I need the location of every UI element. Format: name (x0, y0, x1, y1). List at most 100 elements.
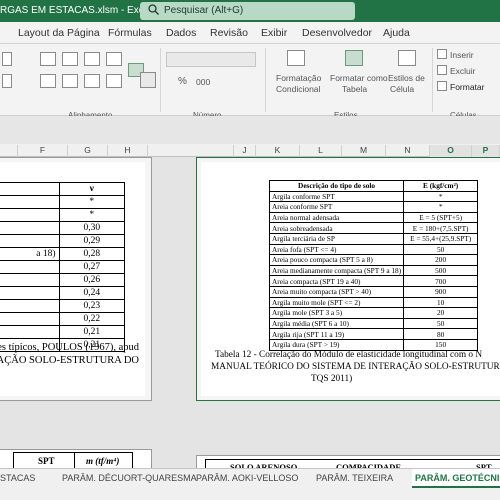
ribbon: Alinhamento % 000 Número Formatação Cond… (0, 44, 500, 120)
sheet-tab-geotecnicos[interactable]: PARÂM. GEOTÉCNICOS (412, 469, 500, 488)
column-header-j[interactable]: J (234, 145, 256, 157)
tab-data[interactable]: Dados (166, 27, 196, 39)
align-left-icon[interactable] (40, 74, 56, 88)
elasticity-caption-line-2: MANUAL TEÓRICO DO SISTEMA DE INTERAÇÃO S… (211, 362, 500, 372)
delete-button[interactable]: Excluir (450, 66, 476, 76)
table-row: a 18) 0,28 (0, 247, 125, 261)
table-row: Argila mole (SPT 3 a 5) 20 (268, 307, 479, 319)
table-row: 0,26 (0, 273, 125, 287)
table-row: * (0, 208, 125, 222)
search-box[interactable]: Pesquisar (Alt+G) (140, 2, 355, 20)
elasticity-header-soil: Descrição do tipo de solo (268, 180, 405, 192)
search-placeholder: Pesquisar (Alt+G) (164, 5, 244, 16)
table-row: Descrição do tipo de solo E (kgf/cm²) (268, 180, 479, 192)
insert-icon[interactable] (437, 49, 447, 59)
percent-button[interactable]: % (178, 76, 187, 87)
elasticity-table-image: Descrição do tipo de solo E (kgf/cm²) Arg… (201, 162, 500, 396)
merge-cells-icon[interactable] (140, 72, 156, 88)
align-center-icon[interactable] (62, 74, 78, 88)
elasticity-caption-line-3: TQS 2011) (311, 374, 353, 384)
title-bar: RGAS EM ESTACAS.xlsm - Excel Pesquisar (… (0, 0, 500, 22)
thousands-button[interactable]: 000 (196, 77, 210, 87)
table-row: Areia medianamente compacta (SPT 9 a 18)… (268, 264, 479, 277)
font-color-icon[interactable] (2, 74, 12, 88)
table-row: 0,30 (0, 221, 125, 235)
poisson-caption-line-1: es típicos, POULOS (1967), apud (0, 342, 139, 353)
column-header-o[interactable]: O (430, 145, 472, 157)
table-row: * (0, 195, 125, 209)
spt-header: SPT (38, 456, 55, 466)
align-top-icon[interactable] (40, 52, 56, 66)
column-header-m[interactable]: M (342, 145, 386, 157)
group-separator (160, 48, 161, 112)
conditional-formatting-icon[interactable] (287, 50, 305, 66)
tab-developer[interactable]: Desenvolvedor (302, 27, 372, 39)
tab-page-layout[interactable]: Layout da Página (18, 27, 100, 39)
table-row: Areia muito compacta (SPT > 40) 900 (268, 285, 479, 298)
elasticity-caption-line-1: Tabela 12 - Correlação do Módulo de elas… (215, 350, 483, 360)
conditional-formatting-label-1[interactable]: Formatação (276, 73, 321, 83)
column-header-p[interactable]: P (472, 145, 500, 157)
tab-view[interactable]: Exibir (261, 27, 287, 39)
indent-icon[interactable] (106, 74, 122, 88)
poisson-table: ν * * 0,30 0,29 a 18) 0,28 0,27 0,26 0,24… (0, 182, 125, 352)
poisson-caption-line-2: RAÇÃO SOLO-ESTRUTURA DO (0, 355, 139, 366)
column-header-g[interactable]: G (68, 145, 108, 157)
column-header-f[interactable]: F (18, 145, 68, 157)
status-bar (0, 488, 500, 500)
table-row: Areia conforme SPT * (268, 201, 479, 213)
column-header-h[interactable]: H (108, 145, 148, 157)
sheet-tab-aoki-velloso[interactable]: PARÂM. AOKI-VELLOSO (196, 473, 298, 483)
sheet-tab-decourt-quaresma[interactable]: PARÂM. DÉCUORT-QUARESMA (62, 473, 197, 483)
table-row: 0,24 (0, 286, 125, 300)
insert-button[interactable]: Inserir (450, 50, 474, 60)
align-middle-icon[interactable] (62, 52, 78, 66)
table-row: Argila rija (SPT 11 a 19) 80 (268, 328, 479, 340)
orientation-icon[interactable] (106, 52, 122, 66)
table-row: Areia normal adensada E = 5 (SPT+5) (268, 211, 479, 224)
poisson-header: ν (58, 182, 125, 196)
font-size-icon[interactable] (2, 52, 12, 66)
column-header-k[interactable]: K (256, 145, 300, 157)
format-button[interactable]: Formatar (450, 82, 484, 92)
formula-area (0, 116, 500, 144)
group-separator (265, 48, 266, 112)
column-headers: F G H J K L M N O P (0, 144, 500, 157)
column-header-l[interactable]: L (300, 145, 342, 157)
table-row: Areia sobreadensada E = 180+(7,5.SPT) (268, 222, 479, 234)
search-icon (148, 4, 159, 18)
sheet-tab-stacas[interactable]: STACAS (0, 473, 35, 483)
table-row: ν (0, 182, 125, 196)
align-right-icon[interactable] (84, 74, 100, 88)
tab-help[interactable]: Ajuda (383, 27, 410, 39)
format-icon[interactable] (437, 81, 447, 91)
delete-icon[interactable] (437, 65, 447, 75)
elasticity-table: Descrição do tipo de solo E (kgf/cm²) Arg… (268, 180, 479, 351)
tab-review[interactable]: Revisão (210, 27, 248, 39)
format-as-table-icon[interactable] (345, 50, 363, 66)
table-row: Argila dura (SPT > 19) 150 (268, 338, 479, 351)
sheet-tab-teixeira[interactable]: PARÂM. TEIXEIRA (316, 473, 393, 483)
column-header-i[interactable] (148, 145, 234, 157)
worksheet[interactable]: ν * * 0,30 0,29 a 18) 0,28 0,27 0,26 0,24… (0, 157, 500, 473)
table-row: Argila terciária de SP E = 55,4+(25,9.SPT… (268, 232, 479, 245)
format-as-table-label-1[interactable]: Formatar como (330, 73, 388, 83)
window-title: RGAS EM ESTACAS.xlsm - Excel (0, 5, 152, 16)
cell-styles-label-1[interactable]: Estilos de (388, 73, 425, 83)
tab-formulas[interactable]: Fórmulas (108, 27, 152, 39)
table-row: 0,27 (0, 260, 125, 274)
cell-styles-icon[interactable] (398, 50, 416, 66)
table-row: Argila conforme SPT * (268, 190, 479, 203)
column-header-n[interactable]: N (386, 145, 430, 157)
align-bottom-icon[interactable] (84, 52, 100, 66)
number-format-dropdown[interactable] (166, 52, 256, 67)
conditional-formatting-label-2[interactable]: Condicional (276, 84, 320, 94)
group-separator (432, 48, 433, 112)
poisson-table-image: ν * * 0,30 0,29 a 18) 0,28 0,27 0,26 0,24… (0, 162, 145, 396)
table-row: Areia compacta (SPT 19 a 40) 700 (268, 275, 479, 287)
cell-styles-label-2[interactable]: Célula (390, 84, 414, 94)
column-header-blank (0, 145, 18, 157)
table-row: Areia pouco compacta (SPT 5 a 8) 200 (268, 254, 479, 266)
table-row: 0,23 (0, 299, 125, 313)
format-as-table-label-2[interactable]: Tabela (342, 84, 367, 94)
